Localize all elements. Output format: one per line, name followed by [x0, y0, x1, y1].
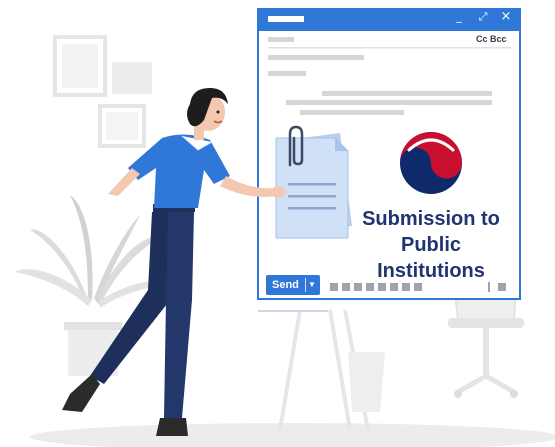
desk-illustration	[278, 309, 385, 431]
caption-text: Submission to Public Institutions	[336, 206, 526, 284]
send-button-label: Send	[272, 279, 299, 291]
trash-icon	[498, 283, 506, 291]
caption-line-1: Submission to	[362, 208, 500, 230]
trash-bin	[348, 352, 385, 412]
illustration-scene: _ ⤢ × Cc Bcc Send ▼ Submission to Public…	[0, 0, 555, 447]
chevron-down-icon[interactable]: ▼	[308, 275, 316, 295]
caption-line-3: Institutions	[377, 260, 485, 282]
send-button[interactable]: Send ▼	[266, 275, 320, 295]
minimize-icon[interactable]: _	[452, 10, 466, 24]
send-button-divider	[305, 278, 306, 292]
wall-frames	[53, 35, 152, 148]
cc-bcc-link[interactable]: Cc Bcc	[476, 34, 507, 44]
close-icon[interactable]: ×	[499, 10, 513, 24]
caption-line-2: Public	[400, 234, 461, 256]
korea-government-emblem-icon	[400, 132, 462, 194]
plant-illustration	[15, 195, 170, 376]
woman-character-illustration	[62, 88, 285, 436]
floor-shadow	[30, 423, 555, 447]
composer-title-placeholder	[268, 16, 304, 22]
maximize-icon[interactable]: ⤢	[476, 10, 490, 24]
